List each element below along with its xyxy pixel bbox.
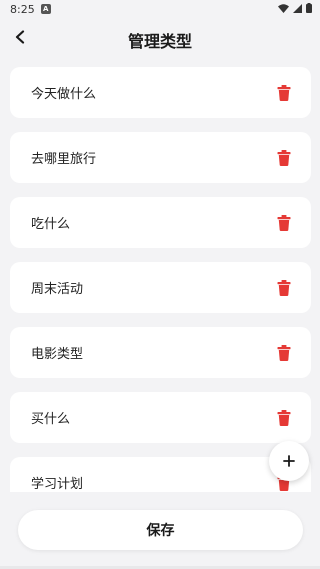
delete-button[interactable]	[277, 279, 291, 296]
item-label: 电影类型	[31, 347, 84, 362]
item-label: 吃什么	[31, 217, 71, 232]
trash-icon	[277, 214, 291, 231]
delete-button[interactable]	[277, 149, 291, 166]
list-item[interactable]: 今天做什么	[10, 67, 311, 118]
page-title: 管理类型	[127, 32, 192, 51]
item-label: 学习计划	[31, 477, 84, 492]
trash-icon	[277, 344, 291, 361]
delete-button[interactable]	[277, 409, 291, 426]
list-item[interactable]: 吃什么	[10, 197, 311, 248]
delete-button[interactable]	[277, 214, 291, 231]
item-label: 去哪里旅行	[31, 152, 97, 167]
wifi-icon	[278, 3, 289, 16]
list-item[interactable]: 周末活动	[10, 262, 311, 313]
add-type-button[interactable]	[269, 441, 309, 481]
delete-button[interactable]	[277, 344, 291, 361]
trash-icon	[277, 84, 291, 101]
delete-button[interactable]	[277, 84, 291, 101]
item-label: 周末活动	[31, 282, 84, 297]
item-label: 买什么	[31, 412, 71, 427]
trash-icon	[277, 279, 291, 296]
status-bar: 8:25 A	[0, 0, 320, 18]
notification-badge: A	[40, 4, 51, 14]
list-item[interactable]: 学习计划	[10, 457, 311, 492]
signal-icon	[293, 3, 302, 16]
battery-icon	[306, 2, 312, 16]
status-left: 8:25 A	[10, 3, 51, 16]
header: 管理类型	[0, 22, 320, 54]
status-time: 8:25	[10, 2, 35, 16]
plus-icon	[283, 455, 295, 467]
list-item[interactable]: 买什么	[10, 392, 311, 443]
status-icons	[278, 2, 312, 16]
trash-icon	[277, 409, 291, 426]
list-item[interactable]: 去哪里旅行	[10, 132, 311, 183]
item-label: 今天做什么	[31, 87, 97, 102]
list-item[interactable]: 电影类型	[10, 327, 311, 378]
save-button[interactable]: 保存	[18, 510, 303, 550]
screen: 8:25 A 管理类型 今天做什么 去哪里旅行 吃什么 周末活动 电影类型 买什…	[0, 0, 320, 569]
trash-icon	[277, 149, 291, 166]
type-list[interactable]: 今天做什么 去哪里旅行 吃什么 周末活动 电影类型 买什么 学习计划	[0, 60, 320, 492]
